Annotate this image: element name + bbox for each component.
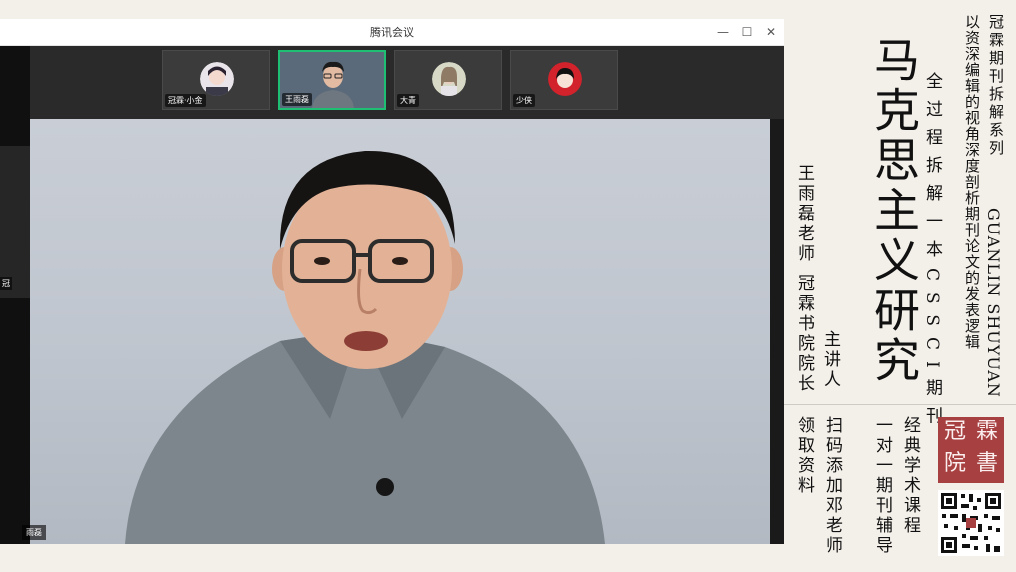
speaker-title: 冠霖书院院长	[794, 274, 814, 394]
video-stage: 冠 冠霖·小金 王雨磊 大青 少侠 雨磊	[0, 46, 784, 544]
maximize-button[interactable]: ☐	[736, 21, 758, 43]
participant-tile[interactable]: 少侠	[510, 50, 618, 110]
participant-tile-active[interactable]: 王雨磊	[278, 50, 386, 110]
speaker-role: 主讲人	[820, 330, 840, 390]
left-video-tile[interactable]: 冠	[0, 146, 30, 298]
claim-text: 领取资料	[794, 416, 814, 496]
meeting-window: 腾讯会议 — ☐ ✕ 冠 冠霖·小金 王雨磊 大青 少侠 雨磊	[0, 19, 784, 544]
participant-tile[interactable]: 大青	[394, 50, 502, 110]
window-title: 腾讯会议	[370, 26, 414, 39]
speaker-name: 王雨磊老师	[794, 164, 814, 264]
scan-text: 扫码添加邓老师	[822, 416, 842, 556]
qr-code[interactable]	[938, 490, 1004, 556]
journal-title: 马克思主义研究	[867, 36, 921, 386]
process-subtitle: 全过程拆解一本CSSCI期刊	[922, 72, 942, 435]
minimize-button[interactable]: —	[712, 21, 734, 43]
participant-name: 王雨磊	[282, 93, 312, 106]
course-text: 经典学术课程	[900, 416, 920, 536]
speaker-name-tag: 雨磊	[22, 525, 46, 540]
title-bar: 腾讯会议 — ☐ ✕	[0, 19, 784, 46]
series-title: 冠霖期刊拆解系列	[987, 14, 1005, 158]
series-subtitle: 以资深编辑的视角深度剖析期刊论文的发表逻辑	[963, 14, 981, 350]
bottom-bar	[0, 544, 784, 572]
main-speaker-video[interactable]	[30, 119, 770, 544]
brand-english: GUANLIN SHUYUAN	[984, 208, 1003, 398]
speaker-figure	[125, 150, 605, 544]
participant-tile[interactable]: 冠霖·小金	[162, 50, 270, 110]
seal-logo: 霖 冠 書 院	[938, 417, 1004, 483]
panel-divider	[784, 404, 1016, 405]
right-video-strip	[770, 119, 784, 544]
participant-avatar	[548, 62, 582, 96]
participant-name: 冠霖·小金	[165, 94, 206, 107]
participant-name: 大青	[397, 94, 419, 107]
participant-avatar	[200, 62, 234, 96]
close-button[interactable]: ✕	[760, 21, 782, 43]
participant-name: 少侠	[513, 94, 535, 107]
left-sidebar-strip: 冠	[0, 46, 30, 544]
participant-avatar	[432, 62, 466, 96]
left-tile-name: 冠	[0, 277, 12, 290]
tutoring-text: 一对一期刊辅导	[872, 416, 892, 556]
participant-video-person	[312, 61, 354, 108]
